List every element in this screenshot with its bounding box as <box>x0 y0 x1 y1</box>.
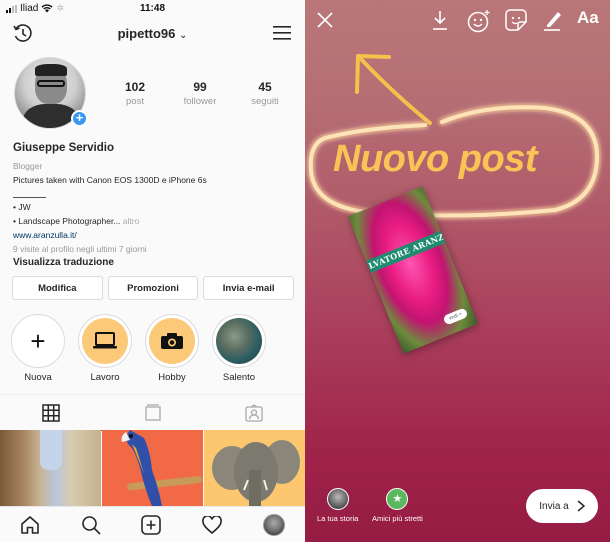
send-to-button[interactable]: Invia a <box>526 489 598 523</box>
chevron-down-icon: ⌄ <box>179 30 188 41</box>
clock: 11:48 <box>139 3 166 14</box>
tagged-icon <box>245 403 263 422</box>
stat-value: 102 <box>124 80 146 94</box>
promotions-button[interactable]: Promozioni <box>107 276 199 300</box>
share-close-friends[interactable]: ★ Amici più stretti <box>372 488 423 523</box>
website-link[interactable]: www.aranzulla.it/ <box>13 230 298 240</box>
arrow-stroke <box>358 56 432 125</box>
grid-icon <box>42 403 60 422</box>
profile-header: pipetto96 ⌄ <box>0 20 305 48</box>
profile-tab-avatar[interactable] <box>262 513 285 536</box>
profile-actions: Modifica Promozioni Invia e-mail <box>12 276 295 300</box>
post-parrot-illustration[interactable] <box>102 430 203 506</box>
stat-label: seguiti <box>251 96 279 107</box>
send-email-button[interactable]: Invia e-mail <box>203 276 295 300</box>
heart-icon[interactable] <box>202 515 222 534</box>
photo-thumbnail <box>216 318 262 364</box>
hamburger-menu-icon[interactable] <box>273 25 291 41</box>
tab-grid[interactable] <box>0 395 102 431</box>
highlight-label: Hobby <box>158 372 186 383</box>
tab-igtv[interactable] <box>102 395 204 430</box>
highlight-salento[interactable]: Salento <box>212 314 266 383</box>
plus-icon: + <box>15 318 61 364</box>
posts-grid <box>0 430 305 506</box>
add-story-plus-icon[interactable]: + <box>71 110 88 127</box>
category: Blogger <box>13 161 43 171</box>
stat-following[interactable]: 45 seguiti <box>235 80 295 107</box>
highlight-label: Salento <box>222 372 256 383</box>
profile-bio: Giuseppe Servidio Blogger Pictures taken… <box>13 142 298 268</box>
stat-label: follower <box>183 96 217 107</box>
full-name: Giuseppe Servidio <box>13 142 114 154</box>
bio-text: Pictures taken with Canon EOS 1300D e iP… <box>13 175 207 185</box>
stat-value: 99 <box>193 80 207 94</box>
search-icon[interactable] <box>81 515 101 535</box>
highlight-new[interactable]: + Nuova <box>11 314 65 383</box>
story-share-bar: La tua storia ★ Amici più stretti Invia … <box>305 482 610 542</box>
neon-drawing <box>306 54 602 221</box>
laptop-icon <box>93 332 117 349</box>
stat-label: post <box>126 96 144 107</box>
bottom-navigation <box>0 506 305 542</box>
add-post-icon[interactable] <box>141 514 162 535</box>
destination-label: Amici più stretti <box>372 514 423 523</box>
destination-label: La tua storia <box>317 514 359 523</box>
profile-visits: 9 visite al profilo negli ultimi 7 giorn… <box>13 244 147 254</box>
card-see-more: vedi > <box>442 307 469 326</box>
post-street-photo[interactable] <box>0 430 101 506</box>
elephant-illustration <box>212 440 300 506</box>
star-icon: ★ <box>386 488 409 510</box>
profile-avatar[interactable]: + <box>14 57 88 129</box>
post-elephant-illustration[interactable] <box>204 430 305 506</box>
username-switcher[interactable]: pipetto96 ⌄ <box>0 26 305 41</box>
profile-tabs <box>0 394 305 431</box>
camera-icon <box>161 333 183 349</box>
bio-bullet-2-text: • Landscape Photographer... <box>13 216 121 226</box>
bio-bullet-1: • JW <box>13 202 31 212</box>
card-banner: ALVATORE ARANZULL <box>360 224 464 276</box>
edit-profile-button[interactable]: Modifica <box>12 276 103 300</box>
igtv-icon <box>144 403 161 421</box>
tab-tagged[interactable] <box>203 395 305 430</box>
share-your-story[interactable]: La tua storia <box>317 488 358 523</box>
bio-divider <box>13 197 46 198</box>
highlight-label: Lavoro <box>90 372 120 383</box>
send-label: Invia a <box>539 500 569 512</box>
instagram-profile-screen: Iliad ✲ 11:48 ◉ 49% pipetto96 ⌄ + <box>0 0 305 542</box>
more-link[interactable]: altro <box>123 216 140 226</box>
username: pipetto96 <box>117 26 176 41</box>
stat-followers[interactable]: 99 follower <box>170 80 230 107</box>
highlight-hobby[interactable]: Hobby <box>145 314 199 383</box>
bio-bullet-2: • Landscape Photographer... altro <box>13 216 298 226</box>
story-editor-screen: Aa Nuovo post ALVATORE ARANZULL vedi > L… <box>305 0 610 542</box>
your-story-avatar <box>326 488 349 510</box>
profile-stats: 102 post 99 follower 45 seguiti <box>105 80 295 107</box>
story-headline[interactable]: Nuovo post <box>333 138 537 181</box>
see-translation-link[interactable]: Visualizza traduzione <box>13 257 298 268</box>
stat-value: 45 <box>258 80 272 94</box>
parrot-illustration <box>121 430 202 506</box>
stat-posts[interactable]: 102 post <box>105 80 165 107</box>
story-highlights: + Nuova Lavoro Hobby Salento <box>11 314 266 383</box>
chevron-right-icon <box>577 500 585 512</box>
home-icon[interactable] <box>20 515 40 535</box>
highlight-lavoro[interactable]: Lavoro <box>78 314 132 383</box>
highlight-label: Nuova <box>24 372 52 383</box>
status-bar: Iliad ✲ 11:48 ◉ 49% <box>0 0 305 18</box>
